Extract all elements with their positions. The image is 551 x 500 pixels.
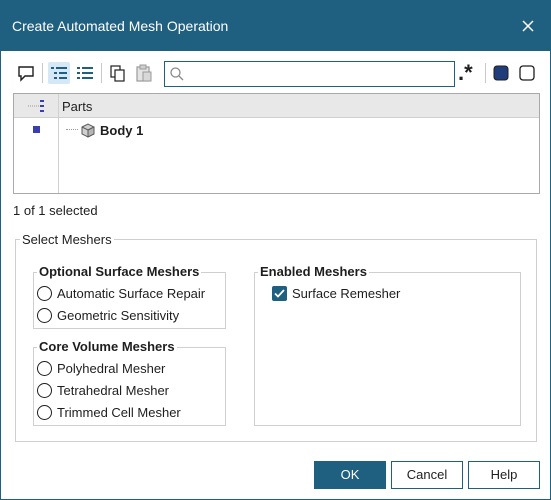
search-icon: [169, 66, 185, 82]
deselect-all-icon[interactable]: [516, 62, 538, 84]
radio-label: Polyhedral Mesher: [57, 361, 166, 376]
comment-icon[interactable]: [15, 62, 37, 84]
selection-status: 1 of 1 selected: [13, 203, 98, 218]
tree-row[interactable]: Body 1: [14, 119, 539, 141]
core-volume-meshers-group: Core Volume Meshers Polyhedral Mesher Te…: [33, 339, 226, 426]
radio-label: Tetrahedral Mesher: [57, 383, 169, 398]
radio-button[interactable]: [37, 308, 52, 323]
parts-column-header: Parts: [62, 99, 93, 114]
paste-icon[interactable]: [133, 62, 155, 84]
checkbox[interactable]: [272, 286, 287, 301]
close-icon[interactable]: [517, 15, 539, 37]
core-volume-meshers-title: Core Volume Meshers: [37, 339, 177, 354]
radio-button[interactable]: [37, 286, 52, 301]
optional-surface-meshers-group: Optional Surface Meshers Automatic Surfa…: [33, 264, 226, 329]
create-mesh-operation-dialog: Create Automated Mesh Operation .* Parts…: [0, 0, 551, 500]
radio-label: Geometric Sensitivity: [57, 308, 180, 323]
tree-header: Parts: [14, 94, 539, 118]
selection-marker: [33, 126, 40, 133]
radio-button[interactable]: [37, 405, 52, 420]
window-title: Create Automated Mesh Operation: [12, 18, 229, 34]
part-label: Body 1: [100, 123, 144, 138]
select-meshers-group: Select Meshers Optional Surface Meshers …: [15, 232, 537, 442]
radio-label: Automatic Surface Repair: [57, 286, 206, 301]
cancel-button[interactable]: Cancel: [391, 461, 463, 489]
parts-tree[interactable]: Parts Body 1: [13, 93, 540, 194]
tree-branch-icon: [24, 98, 46, 114]
list-view-icon[interactable]: [74, 62, 96, 84]
part-body-icon: [79, 121, 97, 139]
radio-button[interactable]: [37, 383, 52, 398]
select-meshers-label: Select Meshers: [20, 232, 114, 247]
ok-button[interactable]: OK: [314, 461, 386, 489]
optional-surface-meshers-title: Optional Surface Meshers: [37, 264, 202, 279]
regex-toggle[interactable]: .*: [458, 60, 473, 86]
checkbox-label: Surface Remesher: [292, 286, 401, 301]
enabled-meshers-title: Enabled Meshers: [258, 264, 369, 279]
search-input[interactable]: [187, 64, 451, 84]
checkmark-icon: [274, 289, 285, 298]
toolbar: .*: [1, 58, 550, 90]
tree-view-icon[interactable]: [48, 62, 70, 84]
select-all-icon[interactable]: [490, 62, 512, 84]
help-button[interactable]: Help: [468, 461, 540, 489]
title-bar[interactable]: Create Automated Mesh Operation: [1, 1, 550, 51]
radio-label: Trimmed Cell Mesher: [57, 405, 181, 420]
copy-icon[interactable]: [107, 62, 129, 84]
enabled-meshers-group: Enabled Meshers Surface Remesher: [254, 264, 521, 426]
radio-button[interactable]: [37, 361, 52, 376]
search-box[interactable]: [164, 61, 455, 87]
